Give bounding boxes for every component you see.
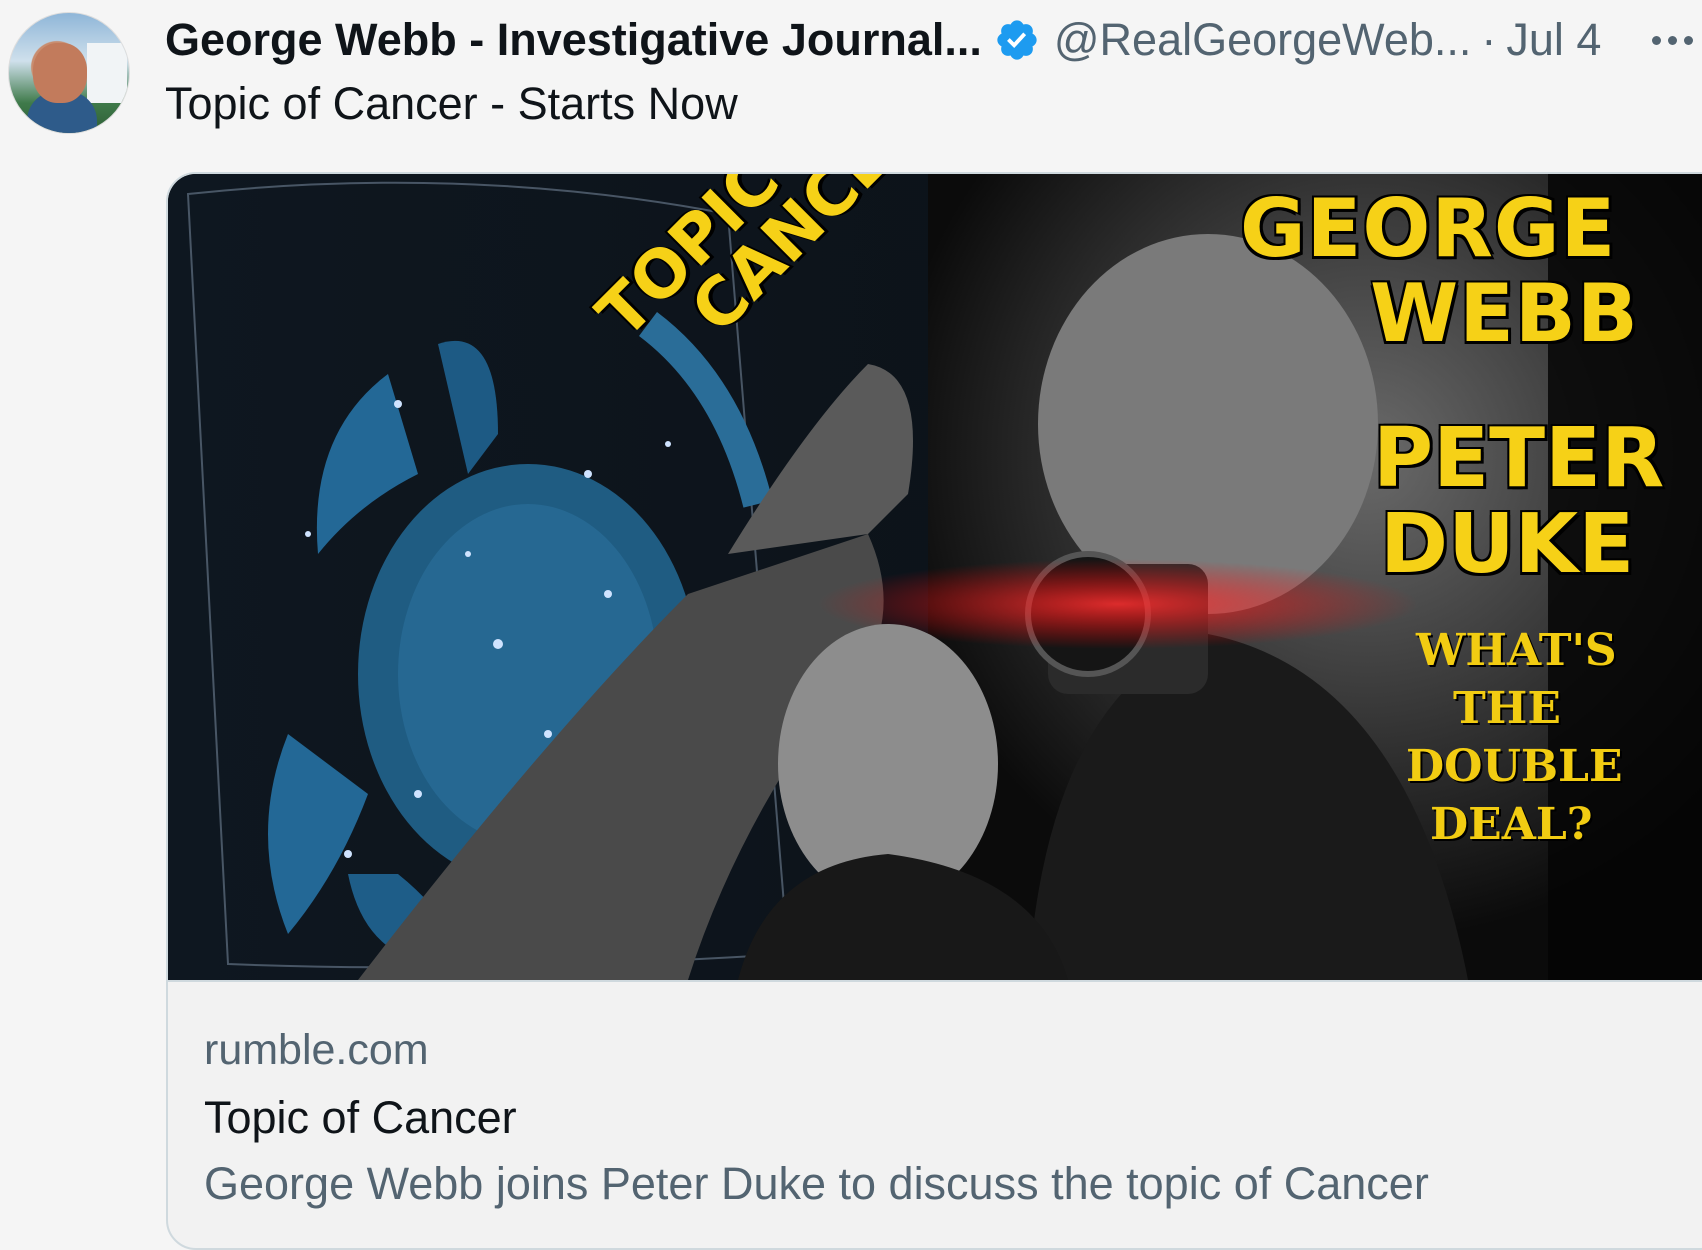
avatar-background bbox=[87, 43, 127, 103]
thumbnail-name-webb: WEBB bbox=[1370, 267, 1639, 360]
thumbnail-question-line: THE bbox=[1453, 683, 1561, 734]
header-separator: · bbox=[1481, 14, 1497, 65]
verified-badge-icon bbox=[994, 17, 1040, 63]
thumbnail-name-duke: DUKE bbox=[1380, 497, 1635, 592]
author-name[interactable]: George Webb - Investigative Journal... bbox=[165, 14, 982, 66]
more-dot bbox=[1684, 35, 1693, 45]
link-card[interactable]: TOPIC OF CANCER GEORGE WEBB PETER DUKE W… bbox=[166, 172, 1702, 1250]
thumbnail-name-george: GEORGE bbox=[1240, 182, 1617, 275]
thumbnail-question-line: DOUBLE bbox=[1406, 741, 1623, 792]
author-handle[interactable]: @RealGeorgeWeb... bbox=[1054, 14, 1472, 66]
more-dot bbox=[1652, 35, 1661, 45]
card-meta[interactable]: rumble.com Topic of Cancer George Webb j… bbox=[168, 980, 1702, 1248]
thumbnail-name-peter: PETER bbox=[1373, 411, 1665, 506]
tweet: George Webb - Investigative Journal... @… bbox=[0, 0, 1702, 1250]
thumbnail-question-line: WHAT'S bbox=[1416, 625, 1617, 676]
tweet-header: George Webb - Investigative Journal... @… bbox=[165, 12, 1601, 68]
card-domain: rumble.com bbox=[204, 1026, 429, 1074]
tweet-date[interactable]: Jul 4 bbox=[1506, 14, 1601, 66]
author-avatar[interactable] bbox=[8, 12, 130, 134]
card-title: Topic of Cancer bbox=[204, 1092, 517, 1143]
thumbnail-question-line: DEAL? bbox=[1430, 799, 1593, 850]
card-thumbnail[interactable]: TOPIC OF CANCER GEORGE WEBB PETER DUKE W… bbox=[168, 174, 1702, 980]
more-options-icon[interactable] bbox=[1652, 22, 1702, 58]
avatar-face bbox=[33, 43, 87, 103]
card-description: George Webb joins Peter Duke to discuss … bbox=[204, 1158, 1429, 1209]
more-dot bbox=[1668, 35, 1677, 45]
tweet-text: Topic of Cancer - Starts Now bbox=[165, 78, 738, 129]
